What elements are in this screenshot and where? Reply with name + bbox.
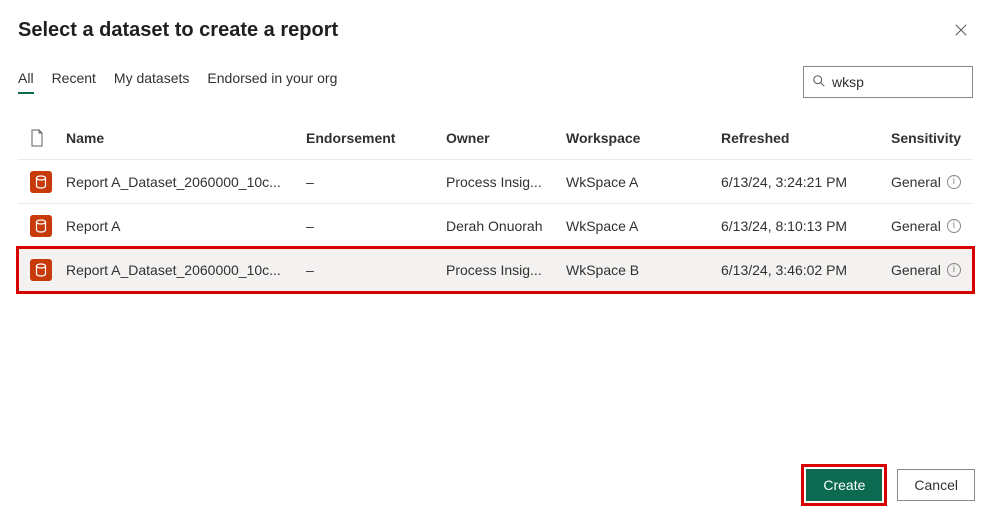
cell-name: Report A_Dataset_2060000_10c... xyxy=(66,174,306,190)
table-row[interactable]: Report A_Dataset_2060000_10c... – Proces… xyxy=(18,160,973,204)
dialog-title: Select a dataset to create a report xyxy=(18,19,338,42)
col-owner[interactable]: Owner xyxy=(446,130,566,146)
dataset-icon xyxy=(26,171,66,193)
cell-sensitivity: General i xyxy=(891,174,991,190)
tabs: All Recent My datasets Endorsed in your … xyxy=(18,70,337,94)
create-button[interactable]: Create xyxy=(806,469,882,501)
cell-workspace: WkSpace B xyxy=(566,262,721,278)
search-input[interactable] xyxy=(832,74,964,90)
cell-owner: Process Insig... xyxy=(446,174,566,190)
tab-recent[interactable]: Recent xyxy=(52,70,96,94)
info-icon[interactable]: i xyxy=(947,263,961,277)
dataset-icon xyxy=(26,259,66,281)
search-box[interactable] xyxy=(803,66,973,98)
cell-refreshed: 6/13/24, 3:24:21 PM xyxy=(721,174,891,190)
create-highlight: Create xyxy=(801,464,887,506)
col-endorsement[interactable]: Endorsement xyxy=(306,130,446,146)
search-icon xyxy=(812,74,826,91)
cell-endorsement: – xyxy=(306,262,446,278)
cell-endorsement: – xyxy=(306,174,446,190)
cell-sensitivity: General i xyxy=(891,262,991,278)
col-refreshed[interactable]: Refreshed xyxy=(721,130,891,146)
table-row[interactable]: Report A – Derah Onuorah WkSpace A 6/13/… xyxy=(18,204,973,248)
col-name[interactable]: Name xyxy=(66,130,306,146)
cell-name: Report A xyxy=(66,218,306,234)
tab-my-datasets[interactable]: My datasets xyxy=(114,70,189,94)
cell-refreshed: 6/13/24, 8:10:13 PM xyxy=(721,218,891,234)
info-icon[interactable]: i xyxy=(947,219,961,233)
doc-icon xyxy=(26,129,66,147)
cell-owner: Process Insig... xyxy=(446,262,566,278)
tab-all[interactable]: All xyxy=(18,70,34,94)
col-workspace[interactable]: Workspace xyxy=(566,130,721,146)
dataset-table: Name Endorsement Owner Workspace Refresh… xyxy=(18,116,973,292)
cell-owner: Derah Onuorah xyxy=(446,218,566,234)
sensitivity-label: General xyxy=(891,218,941,234)
cell-refreshed: 6/13/24, 3:46:02 PM xyxy=(721,262,891,278)
sensitivity-label: General xyxy=(891,262,941,278)
cell-name: Report A_Dataset_2060000_10c... xyxy=(66,262,306,278)
info-icon[interactable]: i xyxy=(947,175,961,189)
close-icon[interactable] xyxy=(949,18,973,42)
table-row[interactable]: Report A_Dataset_2060000_10c... – Proces… xyxy=(18,248,973,292)
cell-workspace: WkSpace A xyxy=(566,218,721,234)
table-header: Name Endorsement Owner Workspace Refresh… xyxy=(18,116,973,160)
dataset-icon xyxy=(26,215,66,237)
cancel-button[interactable]: Cancel xyxy=(897,469,975,501)
cell-workspace: WkSpace A xyxy=(566,174,721,190)
cell-sensitivity: General i xyxy=(891,218,991,234)
cell-endorsement: – xyxy=(306,218,446,234)
sensitivity-label: General xyxy=(891,174,941,190)
col-sensitivity[interactable]: Sensitivity xyxy=(891,130,991,146)
tab-endorsed[interactable]: Endorsed in your org xyxy=(207,70,337,94)
